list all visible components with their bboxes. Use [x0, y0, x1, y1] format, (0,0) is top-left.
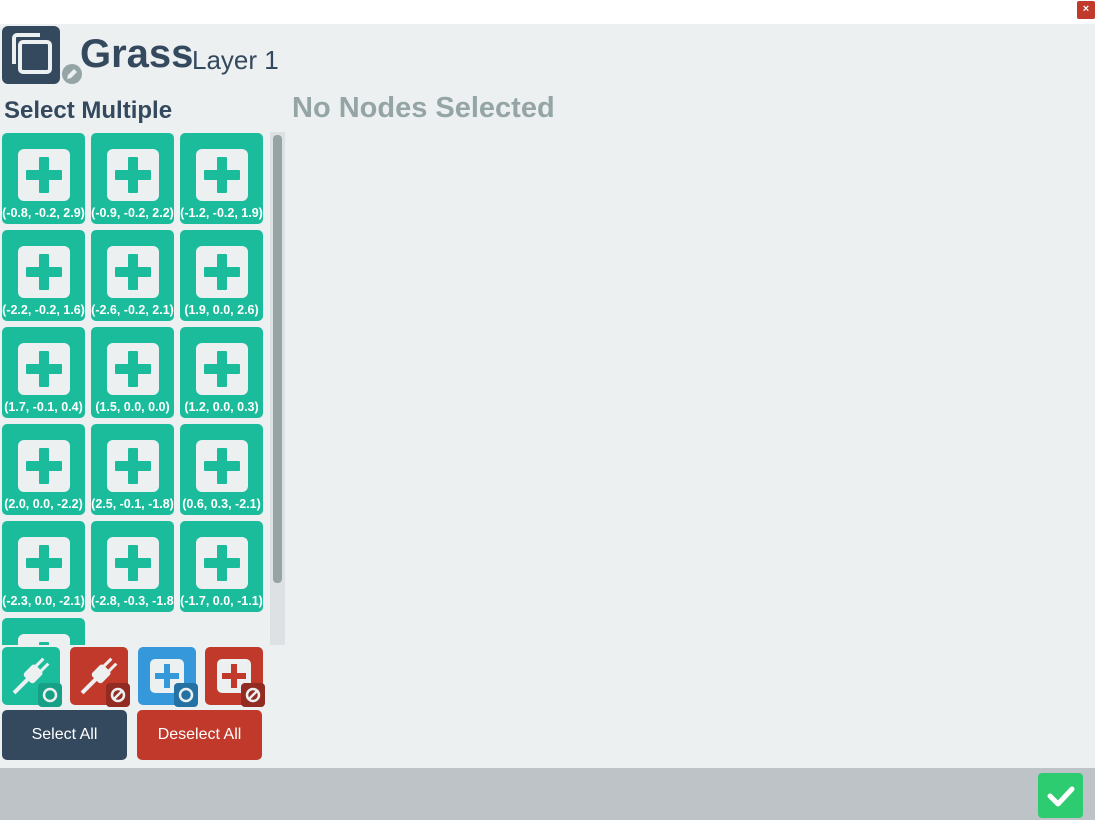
main-panel: Grass Layer 1 Select Multiple No Nodes S…: [0, 24, 1095, 768]
node-coordinates: (0.6, 0.3, -2.1): [182, 497, 261, 511]
node-tile[interactable]: (-2.6, -0.2, 2.1): [91, 230, 174, 321]
node-tile[interactable]: (1.7, -0.1, 0.4): [2, 327, 85, 418]
layer-name: Grass: [80, 32, 194, 76]
node-tile[interactable]: (2.5, -0.1, -1.8): [91, 424, 174, 515]
node-tile[interactable]: (0.6, 0.3, -2.1): [180, 424, 263, 515]
node-tile[interactable]: (-0.9, -0.2, 2.2): [91, 133, 174, 224]
node-tile[interactable]: (1.2, 0.0, 0.3): [180, 327, 263, 418]
node-tile[interactable]: (1.9, 0.0, 2.6): [180, 230, 263, 321]
plus-icon: [107, 440, 159, 492]
node-tile[interactable]: (-2.8, -0.3, -1.8): [91, 521, 174, 612]
disconnect-all-button[interactable]: [70, 647, 130, 707]
node-coordinates: (1.9, 0.0, 2.6): [184, 303, 259, 317]
node-coordinates: (2.0, 0.0, -2.2): [4, 497, 83, 511]
plus-icon: [196, 149, 248, 201]
circle-icon: [38, 683, 62, 707]
plus-icon: [18, 634, 70, 645]
ban-icon: [106, 683, 130, 707]
node-tile[interactable]: (-2.2, -0.2, 1.6): [2, 230, 85, 321]
node-coordinates: (2.5, -0.1, -1.8): [91, 497, 174, 511]
node-tile[interactable]: (-1.7, 0.0, -1.1): [180, 521, 263, 612]
node-coordinates: (-1.2, -0.2, 1.9): [180, 206, 263, 220]
footer-bar: [0, 768, 1095, 820]
deselect-all-button[interactable]: Deselect All: [137, 710, 262, 760]
plus-icon: [107, 343, 159, 395]
node-coordinates: (1.2, 0.0, 0.3): [184, 400, 259, 414]
node-coordinates: (-0.9, -0.2, 2.2): [91, 206, 174, 220]
select-all-button[interactable]: Select All: [2, 710, 127, 760]
node-tile[interactable]: (-0.8, -0.2, 2.9): [2, 133, 85, 224]
checkmark-icon: [1047, 786, 1074, 806]
node-list-scrollbar[interactable]: [270, 132, 285, 645]
add-all-button[interactable]: [138, 647, 198, 707]
layer-subtitle: Layer 1: [192, 45, 279, 75]
circle-icon: [174, 683, 198, 707]
node-coordinates: (-2.8, -0.3, -1.8): [91, 594, 174, 608]
confirm-button[interactable]: [1038, 773, 1083, 818]
plus-icon: [196, 440, 248, 492]
remove-all-button[interactable]: [205, 647, 265, 707]
node-tile[interactable]: (-1.2, -0.2, 1.9): [180, 133, 263, 224]
node-coordinates: (-2.2, -0.2, 1.6): [2, 303, 85, 317]
node-coordinates: (-2.6, -0.2, 2.1): [91, 303, 174, 317]
plus-icon: [18, 440, 70, 492]
plus-icon: [107, 149, 159, 201]
plus-icon: [18, 246, 70, 298]
node-tile[interactable]: (1.5, 0.0, 0.0): [91, 327, 174, 418]
node-tile[interactable]: (2.0, 0.0, -2.2): [2, 424, 85, 515]
node-grid: (-0.8, -0.2, 2.9) (-0.9, -0.2, 2.2) (-1.2,…: [2, 133, 270, 645]
plus-icon: [18, 343, 70, 395]
plus-icon: [196, 246, 248, 298]
plus-icon: [107, 537, 159, 589]
plus-icon: [196, 537, 248, 589]
node-tile[interactable]: [2, 618, 85, 645]
node-coordinates: (1.7, -0.1, 0.4): [4, 400, 83, 414]
plus-icon: [107, 246, 159, 298]
close-button[interactable]: ×: [1077, 1, 1095, 19]
node-coordinates: (1.5, 0.0, 0.0): [95, 400, 170, 414]
plus-icon: [196, 343, 248, 395]
pencil-icon[interactable]: [62, 64, 82, 84]
node-tile[interactable]: (-2.3, 0.0, -2.1): [2, 521, 85, 612]
node-coordinates: (-0.8, -0.2, 2.9): [2, 206, 85, 220]
plus-icon: [18, 537, 70, 589]
ban-icon: [241, 683, 265, 707]
node-coordinates: (-2.3, 0.0, -2.1): [2, 594, 85, 608]
scrollbar-thumb[interactable]: [273, 135, 282, 583]
select-multiple-heading: Select Multiple: [4, 97, 173, 124]
connect-all-button[interactable]: [2, 647, 62, 707]
plus-icon: [18, 149, 70, 201]
copy-layers-icon: [2, 26, 60, 84]
node-coordinates: (-1.7, 0.0, -1.1): [180, 594, 263, 608]
selection-status: No Nodes Selected: [292, 92, 555, 124]
node-list[interactable]: (-0.8, -0.2, 2.9) (-0.9, -0.2, 2.2) (-1.2,…: [0, 132, 270, 645]
